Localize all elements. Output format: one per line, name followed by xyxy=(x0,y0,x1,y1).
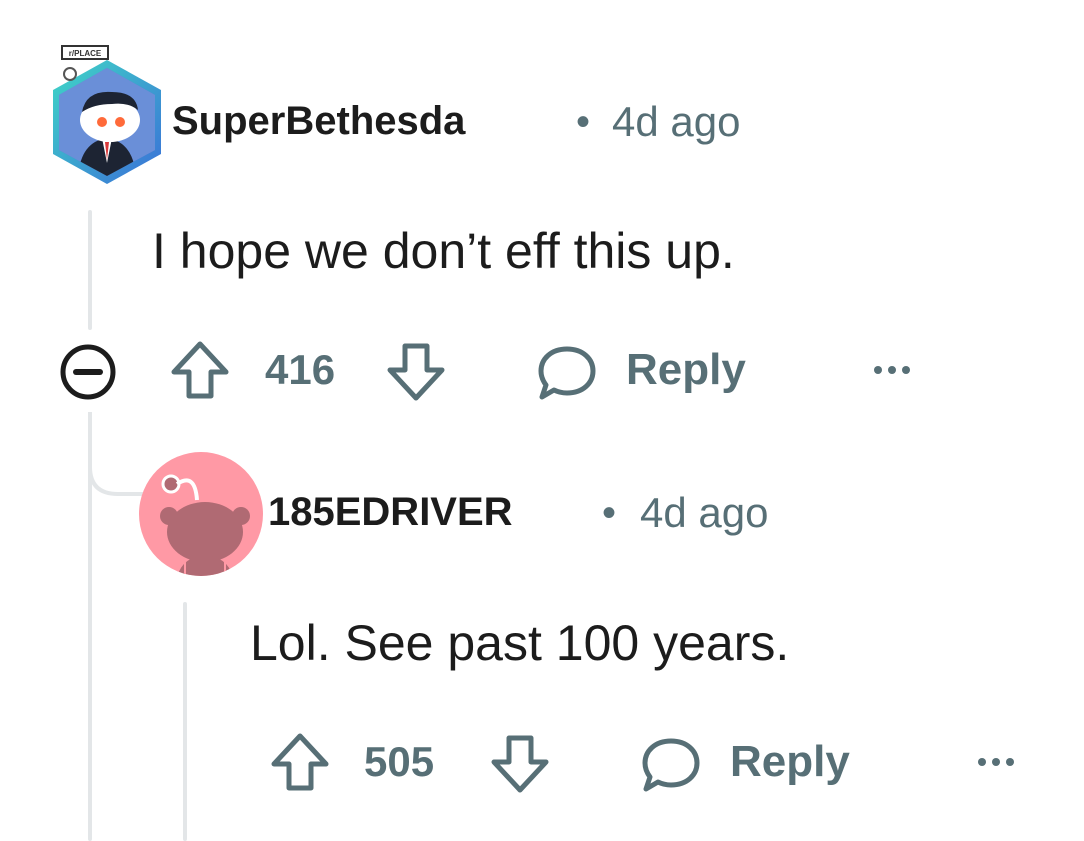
reply-vote-score: 505 xyxy=(364,738,435,785)
arrow-down-icon xyxy=(387,343,445,401)
reply-button[interactable]: Reply xyxy=(532,336,767,406)
vote-score: 416 xyxy=(265,346,336,393)
ellipsis-icon xyxy=(874,366,910,374)
reply-reply-button[interactable]: Reply xyxy=(636,728,871,798)
reply-label: Reply xyxy=(626,345,746,394)
arrow-up-icon xyxy=(171,341,229,399)
comment-meta-separator: • xyxy=(576,100,591,144)
ellipsis-icon xyxy=(978,758,1014,766)
minus-circle-icon xyxy=(60,344,116,400)
chat-bubble-icon xyxy=(538,346,596,400)
reply-meta-separator: • xyxy=(602,491,617,535)
reply-body: Lol. See past 100 years. xyxy=(250,615,790,671)
reply-timestamp[interactable]: 4d ago xyxy=(640,489,768,537)
reply-more-options-button[interactable] xyxy=(972,742,1020,787)
reply-reply-label: Reply xyxy=(730,737,850,786)
more-options-button[interactable] xyxy=(868,350,916,395)
reply-downvote-button[interactable] xyxy=(488,732,552,796)
downvote-button[interactable] xyxy=(384,340,448,404)
reply-upvote-button[interactable] xyxy=(268,730,332,794)
reply-username[interactable]: 185EDRIVER xyxy=(268,490,513,535)
avatar-badge-text: r/PLACE xyxy=(69,49,102,58)
thread-line-reply[interactable] xyxy=(183,602,187,841)
reply-author-avatar[interactable] xyxy=(137,450,267,580)
upvote-button[interactable] xyxy=(168,338,232,402)
collapse-thread-button[interactable] xyxy=(56,340,120,404)
comment-timestamp[interactable]: 4d ago xyxy=(612,98,740,146)
comment-body: I hope we don’t eff this up. xyxy=(152,223,735,279)
chat-bubble-icon xyxy=(642,738,700,792)
arrow-up-icon xyxy=(271,733,329,791)
comment-username[interactable]: SuperBethesda xyxy=(172,99,465,144)
comment-author-avatar[interactable]: r/PLACE xyxy=(50,44,165,186)
arrow-down-icon xyxy=(491,735,549,793)
thread-line-main-upper[interactable] xyxy=(88,210,92,330)
